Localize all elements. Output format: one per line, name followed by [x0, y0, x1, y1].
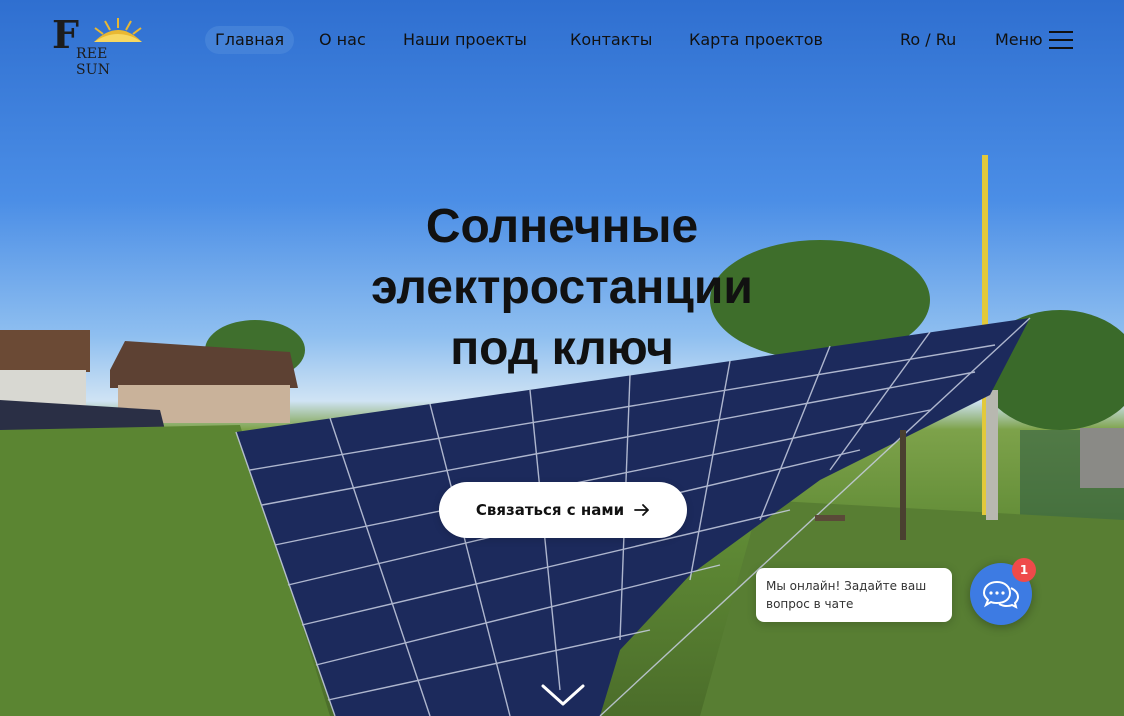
menu-button[interactable]: Меню: [995, 26, 1073, 54]
hamburger-icon: [1048, 31, 1073, 49]
hero-headline: Солнечные электростанции под ключ: [262, 196, 862, 379]
nav-item-projects-map[interactable]: Карта проектов: [679, 26, 833, 54]
chat-bubbles-icon: [983, 580, 1019, 609]
hero-section: F REE SUN Главная О нас Наши проекты Кон…: [0, 0, 1124, 716]
nav-item-projects[interactable]: Наши проекты: [393, 26, 537, 54]
nav-item-contacts[interactable]: Контакты: [560, 26, 662, 54]
chevron-down-icon[interactable]: [540, 680, 586, 710]
contact-us-button[interactable]: Связаться с нами: [439, 482, 687, 538]
notification-badge: 1: [1012, 558, 1036, 582]
logo-initial: F: [52, 12, 79, 57]
chat-greeting[interactable]: Мы онлайн! Задайте ваш вопрос в чате: [756, 568, 952, 622]
headline-line: электростанции: [371, 261, 753, 314]
headline-line: Солнечные: [425, 200, 699, 253]
nav-item-home[interactable]: Главная: [205, 26, 295, 54]
arrow-right-icon: [634, 504, 650, 516]
logo-text: REE SUN: [76, 46, 111, 78]
cta-label: Связаться с нами: [475, 501, 625, 519]
menu-label: Меню: [995, 30, 1043, 49]
language-switcher[interactable]: Ro / Ru: [900, 26, 956, 54]
nav-item-about[interactable]: О нас: [309, 26, 376, 54]
sun-logo-icon: [94, 18, 142, 42]
brand-logo[interactable]: F REE SUN: [52, 12, 144, 78]
headline-line: под ключ: [450, 322, 674, 375]
